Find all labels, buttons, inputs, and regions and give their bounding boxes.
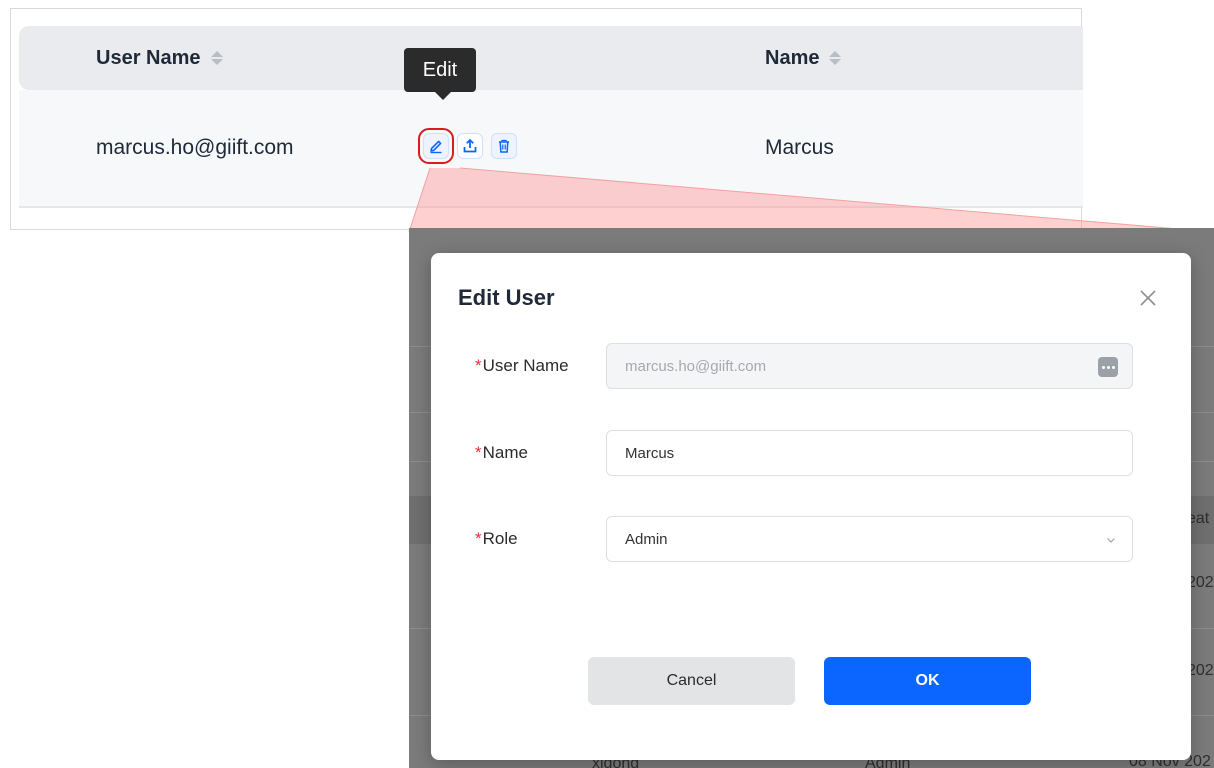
edit-user-modal: Edit User * User Name marcus.ho@giift.co…: [431, 253, 1191, 760]
chevron-down-icon: [1107, 538, 1115, 543]
table-header: User Name Name: [19, 26, 1083, 90]
user-name-label-text: User Name: [482, 356, 569, 375]
name-input[interactable]: Marcus: [606, 430, 1133, 476]
role-value: Admin: [625, 530, 668, 548]
form-row-role: * Role Admin: [475, 516, 1135, 562]
required-mark: *: [475, 356, 482, 375]
user-name-label: * User Name: [475, 343, 569, 389]
edit-button[interactable]: [418, 128, 454, 164]
edit-icon: [430, 140, 442, 154]
upload-button[interactable]: [457, 133, 483, 159]
name-label: * Name: [475, 430, 528, 476]
close-button[interactable]: [1138, 288, 1158, 308]
row-actions: [418, 128, 517, 164]
role-label: * Role: [475, 516, 518, 562]
cell-name: Marcus: [765, 136, 834, 159]
cancel-button[interactable]: Cancel: [588, 657, 795, 705]
column-header-name-label: Name: [765, 46, 820, 69]
table-row: marcus.ho@giift.com Marcus: [19, 90, 1083, 208]
trash-icon: [499, 139, 509, 153]
name-value: Marcus: [625, 444, 675, 462]
role-select[interactable]: Admin: [606, 516, 1133, 562]
delete-button[interactable]: [491, 133, 517, 159]
modal-title: Edit User: [458, 285, 555, 310]
ok-button[interactable]: OK: [824, 657, 1031, 705]
more-dots-icon[interactable]: [1098, 357, 1118, 377]
required-mark: *: [475, 529, 482, 548]
sort-icon[interactable]: [210, 51, 223, 65]
role-label-text: Role: [482, 529, 518, 548]
form-row-name: * Name Marcus: [475, 430, 1135, 476]
form-row-user-name: * User Name marcus.ho@giift.com: [475, 343, 1135, 389]
user-name-value: marcus.ho@giift.com: [625, 357, 767, 375]
cell-user-name: marcus.ho@giift.com: [96, 136, 294, 159]
user-table-panel: User Name Name marcus.ho@giift.com Marcu…: [10, 8, 1083, 230]
background-date: 202: [1187, 662, 1214, 679]
upload-icon: [463, 138, 477, 153]
required-mark: *: [475, 443, 482, 462]
close-icon: [1140, 290, 1156, 306]
name-label-text: Name: [482, 443, 528, 462]
sort-icon[interactable]: [829, 51, 842, 65]
edit-tooltip: Edit: [404, 48, 476, 100]
user-name-input: marcus.ho@giift.com: [606, 343, 1133, 389]
column-header-user-name-label: User Name: [96, 46, 201, 69]
column-header-user-name[interactable]: User Name: [96, 26, 223, 90]
background-date: 202: [1187, 574, 1214, 591]
column-header-name[interactable]: Name: [765, 26, 842, 90]
